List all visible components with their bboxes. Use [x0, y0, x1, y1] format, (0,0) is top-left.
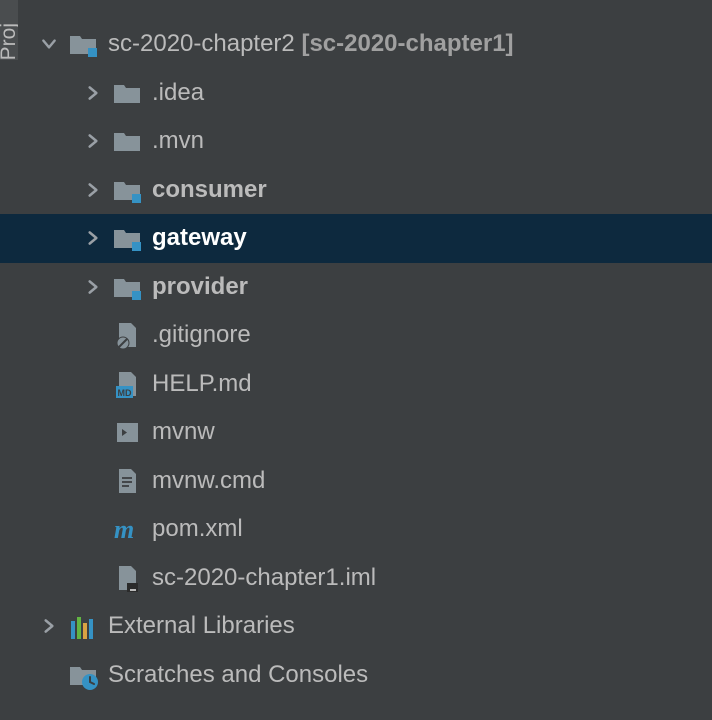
tree-row-scratches[interactable]: Scratches and Consoles	[0, 651, 712, 700]
tree-row-root[interactable]: sc-2020-chapter2 [sc-2020-chapter1]	[0, 20, 712, 69]
module-icon	[112, 272, 142, 302]
file-ignore-icon	[112, 320, 142, 350]
tree-row[interactable]: mvnw.cmd	[0, 457, 712, 506]
tree-label: gateway	[152, 226, 247, 250]
tree-row[interactable]: m pom.xml	[0, 505, 712, 554]
tree-row[interactable]: .gitignore	[0, 311, 712, 360]
tree-label: mvnw	[152, 420, 215, 444]
file-md-icon: MD	[112, 369, 142, 399]
tree-row-external-libraries[interactable]: External Libraries	[0, 602, 712, 651]
chevron-right-icon[interactable]	[84, 229, 102, 247]
tree-label: .gitignore	[152, 323, 251, 347]
module-icon	[112, 175, 142, 205]
libraries-icon	[68, 611, 98, 641]
project-tree: sc-2020-chapter2 [sc-2020-chapter1] .ide…	[0, 0, 712, 699]
tree-row[interactable]: consumer	[0, 166, 712, 215]
tree-row[interactable]: mvnw	[0, 408, 712, 457]
file-iml-icon	[112, 563, 142, 593]
module-folder-icon	[68, 29, 98, 59]
tree-label: consumer	[152, 178, 267, 202]
tree-label: Scratches and Consoles	[108, 663, 368, 687]
folder-icon	[112, 126, 142, 156]
project-tool-tab-label: Proj	[0, 21, 18, 60]
scratches-icon	[68, 660, 98, 690]
chevron-down-icon[interactable]	[40, 35, 58, 53]
file-text-icon	[112, 466, 142, 496]
tree-label: .mvn	[152, 129, 204, 153]
tree-label: pom.xml	[152, 517, 243, 541]
tree-row[interactable]: provider	[0, 263, 712, 312]
chevron-right-icon[interactable]	[84, 181, 102, 199]
chevron-right-icon[interactable]	[40, 617, 58, 635]
chevron-right-icon[interactable]	[84, 84, 102, 102]
svg-text:MD: MD	[118, 388, 132, 398]
tree-label: provider	[152, 275, 248, 299]
tree-row[interactable]: gateway	[0, 214, 712, 263]
module-icon	[112, 223, 142, 253]
tree-row[interactable]: .idea	[0, 69, 712, 118]
chevron-right-icon[interactable]	[84, 278, 102, 296]
svg-text:m: m	[114, 515, 134, 544]
tree-row[interactable]: MD HELP.md	[0, 360, 712, 409]
tree-label: HELP.md	[152, 372, 252, 396]
tree-label: .idea	[152, 81, 204, 105]
tree-label: sc-2020-chapter1.iml	[152, 566, 376, 590]
chevron-right-icon[interactable]	[84, 132, 102, 150]
tree-label: mvnw.cmd	[152, 469, 265, 493]
tree-label: sc-2020-chapter2 [sc-2020-chapter1]	[108, 32, 514, 56]
tree-row[interactable]: .mvn	[0, 117, 712, 166]
file-exec-icon	[112, 417, 142, 447]
file-maven-icon: m	[112, 514, 142, 544]
project-tool-tab[interactable]: Proj	[0, 0, 18, 60]
tree-row[interactable]: sc-2020-chapter1.iml	[0, 554, 712, 603]
tree-label: External Libraries	[108, 614, 295, 638]
folder-icon	[112, 78, 142, 108]
